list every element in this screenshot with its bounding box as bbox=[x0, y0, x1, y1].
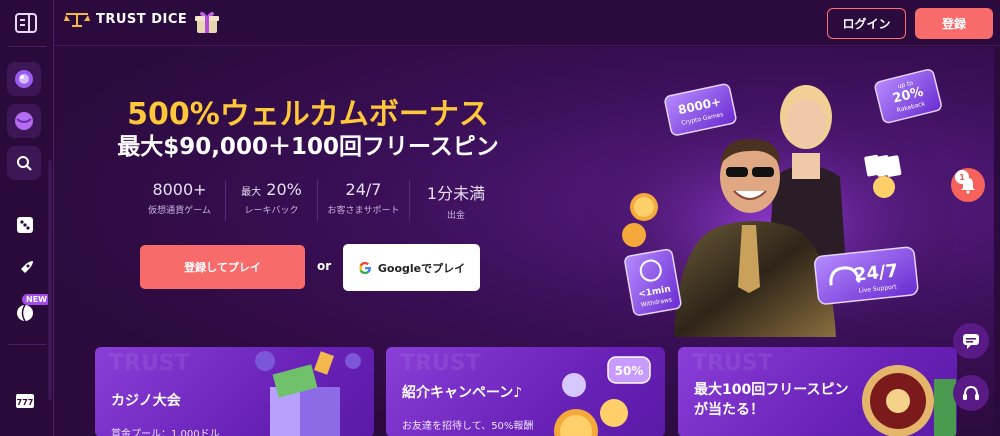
card-title-line2: が当たる！ bbox=[694, 402, 764, 418]
new-badge: NEW bbox=[22, 294, 51, 305]
live-support-tile: 24/7 Live Support bbox=[814, 246, 919, 305]
card-watermark: TRUST bbox=[692, 351, 773, 376]
card-percent-badge: 50% bbox=[615, 364, 644, 378]
support-headset-button[interactable] bbox=[953, 375, 989, 411]
google-button-label: Googleでプレイ bbox=[377, 261, 466, 275]
card-title: 紹介キャンペーン♪ bbox=[402, 385, 523, 401]
notification-count-badge: 1 bbox=[955, 170, 969, 184]
rocket-icon[interactable] bbox=[14, 258, 36, 280]
card-watermark: TRUST bbox=[109, 351, 190, 376]
register-button[interactable]: 登録 bbox=[915, 8, 993, 39]
card-text: お友達を招待して、50%報酬 bbox=[402, 421, 534, 432]
headset-icon bbox=[963, 385, 979, 400]
card-title: 最大100回フリースピン bbox=[694, 382, 849, 398]
purple-orb-icon[interactable] bbox=[7, 62, 41, 96]
card-text: 賞金プール：1,000ドル bbox=[111, 429, 220, 436]
purple-ball-icon[interactable] bbox=[7, 104, 41, 138]
slot-777-icon[interactable]: 777 bbox=[14, 390, 36, 412]
google-play-button[interactable]: Googleでプレイ bbox=[343, 244, 480, 291]
withdraw-tile: <1min Withdraws bbox=[624, 248, 682, 316]
dice-icon[interactable] bbox=[14, 214, 36, 236]
google-icon bbox=[359, 261, 371, 274]
svg-text:777: 777 bbox=[17, 398, 34, 407]
chat-button[interactable] bbox=[953, 323, 989, 359]
chat-icon bbox=[963, 334, 979, 349]
rakeback-tile: up to 20% Rakeback bbox=[874, 69, 942, 124]
stat-value: 1分未満 bbox=[426, 184, 486, 203]
sidebar-divider bbox=[8, 344, 46, 345]
stat-label: レーキバック bbox=[244, 206, 299, 216]
sidebar-scrollbar[interactable] bbox=[48, 160, 52, 400]
sidebar: NEW 777 bbox=[0, 0, 54, 436]
crypto-coins-icon: 50% bbox=[554, 356, 651, 436]
promo-card-free-spins[interactable]: TRUST 最大100回フリースピン が当たる！ bbox=[678, 347, 957, 436]
sports-ball-icon[interactable] bbox=[14, 302, 36, 324]
treasure-chest-icon bbox=[255, 351, 361, 436]
sidebar-toggle-icon[interactable] bbox=[14, 12, 38, 34]
top-header: TRUST DICE ログイン 登録 bbox=[54, 0, 1000, 46]
stats-row: 8000+ 仮想通貨ゲーム 最大 20% レーキバック 24/7 お客さまサポー… bbox=[134, 180, 502, 221]
stat-label: お客さまサポート bbox=[327, 206, 400, 216]
stat-withdraw: 1分未満 出金 bbox=[410, 180, 502, 221]
stat-value: 8000+ bbox=[152, 180, 207, 199]
stat-games: 8000+ 仮想通貨ゲーム bbox=[134, 180, 226, 221]
hero-subtitle: 最大$90,000＋100回フリースピン bbox=[117, 134, 499, 160]
card-title: カジノ大会 bbox=[111, 393, 181, 409]
or-text: or bbox=[317, 259, 332, 273]
scales-logo-icon bbox=[64, 13, 90, 27]
gift-icon[interactable] bbox=[194, 9, 220, 35]
stat-label: 出金 bbox=[446, 211, 465, 221]
login-button[interactable]: ログイン bbox=[827, 8, 906, 39]
stat-value: 24/7 bbox=[345, 180, 382, 199]
register-and-play-button[interactable]: 登録してプレイ bbox=[140, 245, 305, 289]
logo[interactable]: TRUST DICE bbox=[64, 10, 187, 28]
stat-value: 最大 20% bbox=[228, 180, 315, 199]
stat-prefix: 最大 bbox=[241, 187, 262, 198]
hero-banner: 500%ウェルカムボーナス 最大$90,000＋100回フリースピン 8000+… bbox=[54, 47, 994, 436]
stat-number: 20% bbox=[266, 180, 302, 199]
card-watermark: TRUST bbox=[400, 351, 481, 376]
stat-support: 24/7 お客さまサポート bbox=[318, 180, 410, 221]
logo-text: TRUST DICE bbox=[96, 11, 188, 27]
promo-card-referral[interactable]: TRUST 紹介キャンペーン♪ お友達を招待して、50%報酬 50% bbox=[386, 347, 665, 436]
stat-label: 仮想通貨ゲーム bbox=[148, 206, 211, 216]
hero-illustration: 8000+ Crypto Games up to 20% Rakeback 24… bbox=[584, 69, 954, 337]
stat-rakeback: 最大 20% レーキバック bbox=[226, 180, 318, 221]
sidebar-divider bbox=[8, 46, 46, 47]
search-icon[interactable] bbox=[7, 146, 41, 180]
promo-card-casino-tournament[interactable]: TRUST カジノ大会 賞金プール：1,000ドル bbox=[95, 347, 374, 436]
roulette-wheel-icon bbox=[862, 365, 956, 436]
